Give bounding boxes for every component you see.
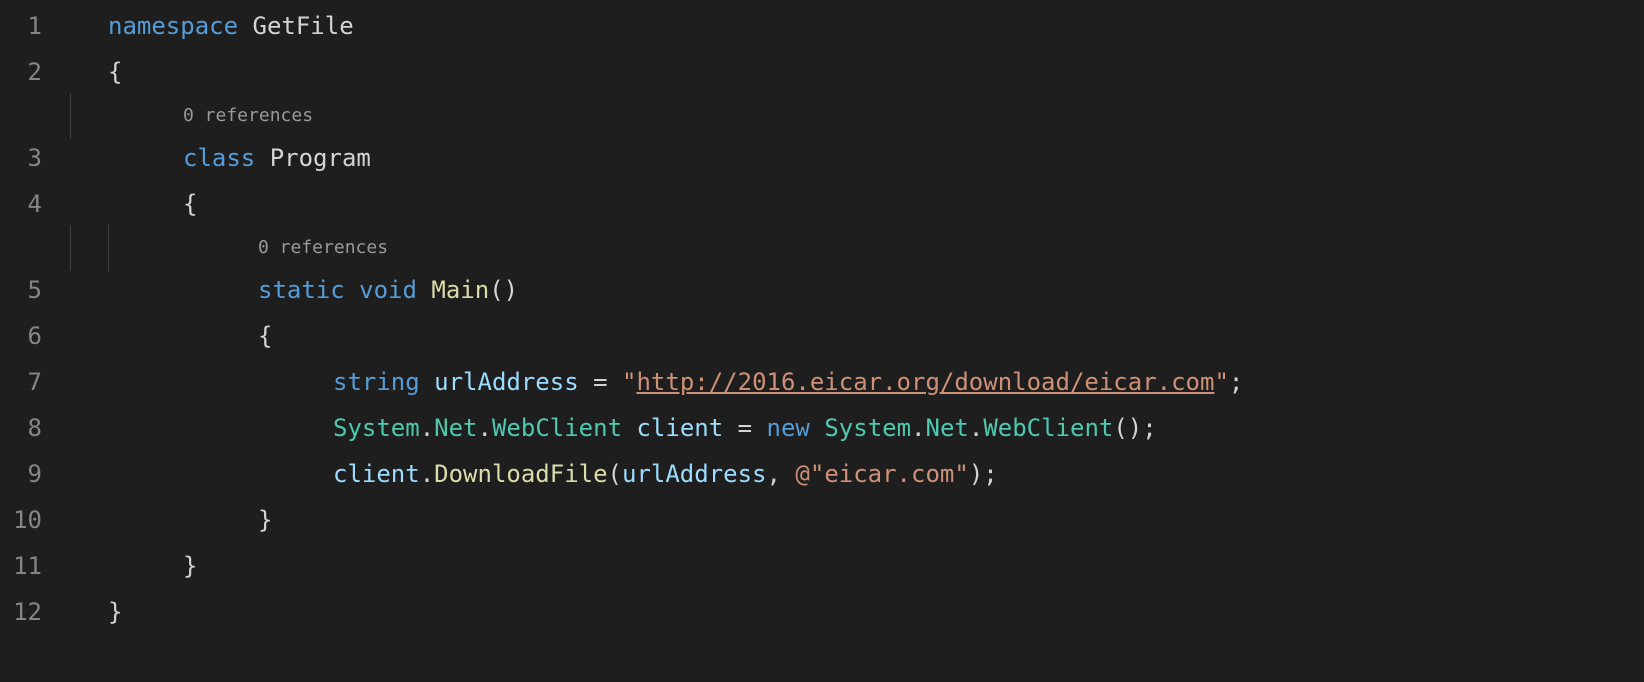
code-content[interactable]: } [70, 544, 1644, 590]
operator-eq: = [723, 406, 766, 452]
code-content[interactable]: } [70, 590, 1644, 636]
keyword-static: static [258, 268, 345, 314]
code-editor[interactable]: 1 namespace GetFile 2 { 0 references 3 c… [0, 0, 1644, 636]
line-number: 5 [0, 268, 70, 314]
dot: . [420, 452, 434, 498]
code-content[interactable]: class Program [70, 136, 1644, 182]
code-content[interactable]: namespace GetFile [70, 4, 1644, 50]
type-webclient: WebClient [492, 406, 622, 452]
dot: . [420, 406, 434, 452]
code-line[interactable]: 10 } [0, 498, 1644, 544]
semicolon: ; [983, 452, 997, 498]
rparen: ) [969, 452, 983, 498]
space [810, 406, 824, 452]
var-client: client [622, 406, 723, 452]
ns-net: Net [434, 406, 477, 452]
namespace-name: GetFile [238, 4, 354, 50]
dot: . [911, 406, 925, 452]
at-symbol: @ [795, 452, 809, 498]
dot: . [478, 406, 492, 452]
line-number: 12 [0, 590, 70, 636]
ns-system: System [333, 406, 420, 452]
line-number: 9 [0, 452, 70, 498]
brace: } [258, 498, 272, 544]
codelens-row: 0 references [0, 228, 1644, 268]
parens: () [489, 268, 518, 314]
code-content[interactable]: string urlAddress = "http://2016.eicar.o… [70, 360, 1644, 406]
keyword-void: void [345, 268, 417, 314]
code-content[interactable]: } [70, 498, 1644, 544]
code-content[interactable]: 0 references [70, 99, 1644, 133]
line-number: 10 [0, 498, 70, 544]
parens: () [1113, 406, 1142, 452]
semicolon: ; [1142, 406, 1156, 452]
code-content[interactable]: { [70, 182, 1644, 228]
code-line[interactable]: 3 class Program [0, 136, 1644, 182]
string-quote: " [810, 452, 824, 498]
brace: } [108, 590, 122, 636]
class-name: Program [255, 136, 371, 182]
keyword-namespace: namespace [108, 4, 238, 50]
code-line[interactable]: 2 { [0, 50, 1644, 96]
var-client-ref: client [333, 452, 420, 498]
operator-eq: = [579, 360, 622, 406]
line-number: 6 [0, 314, 70, 360]
line-number: 8 [0, 406, 70, 452]
line-number: 3 [0, 136, 70, 182]
code-content[interactable]: client.DownloadFile(urlAddress, @"eicar.… [70, 452, 1644, 498]
code-line[interactable]: 1 namespace GetFile [0, 4, 1644, 50]
code-line[interactable]: 6 { [0, 314, 1644, 360]
string-url[interactable]: http://2016.eicar.org/download/eicar.com [636, 360, 1214, 406]
code-line[interactable]: 4 { [0, 182, 1644, 228]
string-quote: " [954, 452, 968, 498]
code-line[interactable]: 7 string urlAddress = "http://2016.eicar… [0, 360, 1644, 406]
line-number: 1 [0, 4, 70, 50]
keyword-string: string [333, 360, 420, 406]
code-content[interactable]: System.Net.WebClient client = new System… [70, 406, 1644, 452]
method-main: Main [417, 268, 489, 314]
brace: { [183, 182, 197, 228]
string-quote: " [622, 360, 636, 406]
lparen: ( [608, 452, 622, 498]
ns-system: System [824, 406, 911, 452]
code-line[interactable]: 9 client.DownloadFile(urlAddress, @"eica… [0, 452, 1644, 498]
string-quote: " [1214, 360, 1228, 406]
line-number: 2 [0, 50, 70, 96]
code-line[interactable]: 11 } [0, 544, 1644, 590]
brace: } [183, 544, 197, 590]
codelens-row: 0 references [0, 96, 1644, 136]
var-urlAddress-ref: urlAddress [622, 452, 767, 498]
method-downloadfile: DownloadFile [434, 452, 607, 498]
code-content[interactable]: 0 references [70, 231, 1644, 265]
brace: { [258, 314, 272, 360]
keyword-class: class [183, 136, 255, 182]
ns-net: Net [926, 406, 969, 452]
code-line[interactable]: 12 } [0, 590, 1644, 636]
var-urlAddress: urlAddress [420, 360, 579, 406]
comma: , [767, 452, 796, 498]
codelens-references[interactable]: 0 references [183, 99, 313, 133]
string-filename: eicar.com [824, 452, 954, 498]
code-content[interactable]: { [70, 314, 1644, 360]
keyword-new: new [767, 406, 810, 452]
line-number: 11 [0, 544, 70, 590]
line-number: 7 [0, 360, 70, 406]
code-content[interactable]: static void Main() [70, 268, 1644, 314]
line-number: 4 [0, 182, 70, 228]
code-content[interactable]: { [70, 50, 1644, 96]
type-webclient: WebClient [983, 406, 1113, 452]
codelens-references[interactable]: 0 references [258, 231, 388, 265]
dot: . [969, 406, 983, 452]
code-line[interactable]: 8 System.Net.WebClient client = new Syst… [0, 406, 1644, 452]
semicolon: ; [1229, 360, 1243, 406]
brace: { [108, 50, 122, 96]
code-line[interactable]: 5 static void Main() [0, 268, 1644, 314]
